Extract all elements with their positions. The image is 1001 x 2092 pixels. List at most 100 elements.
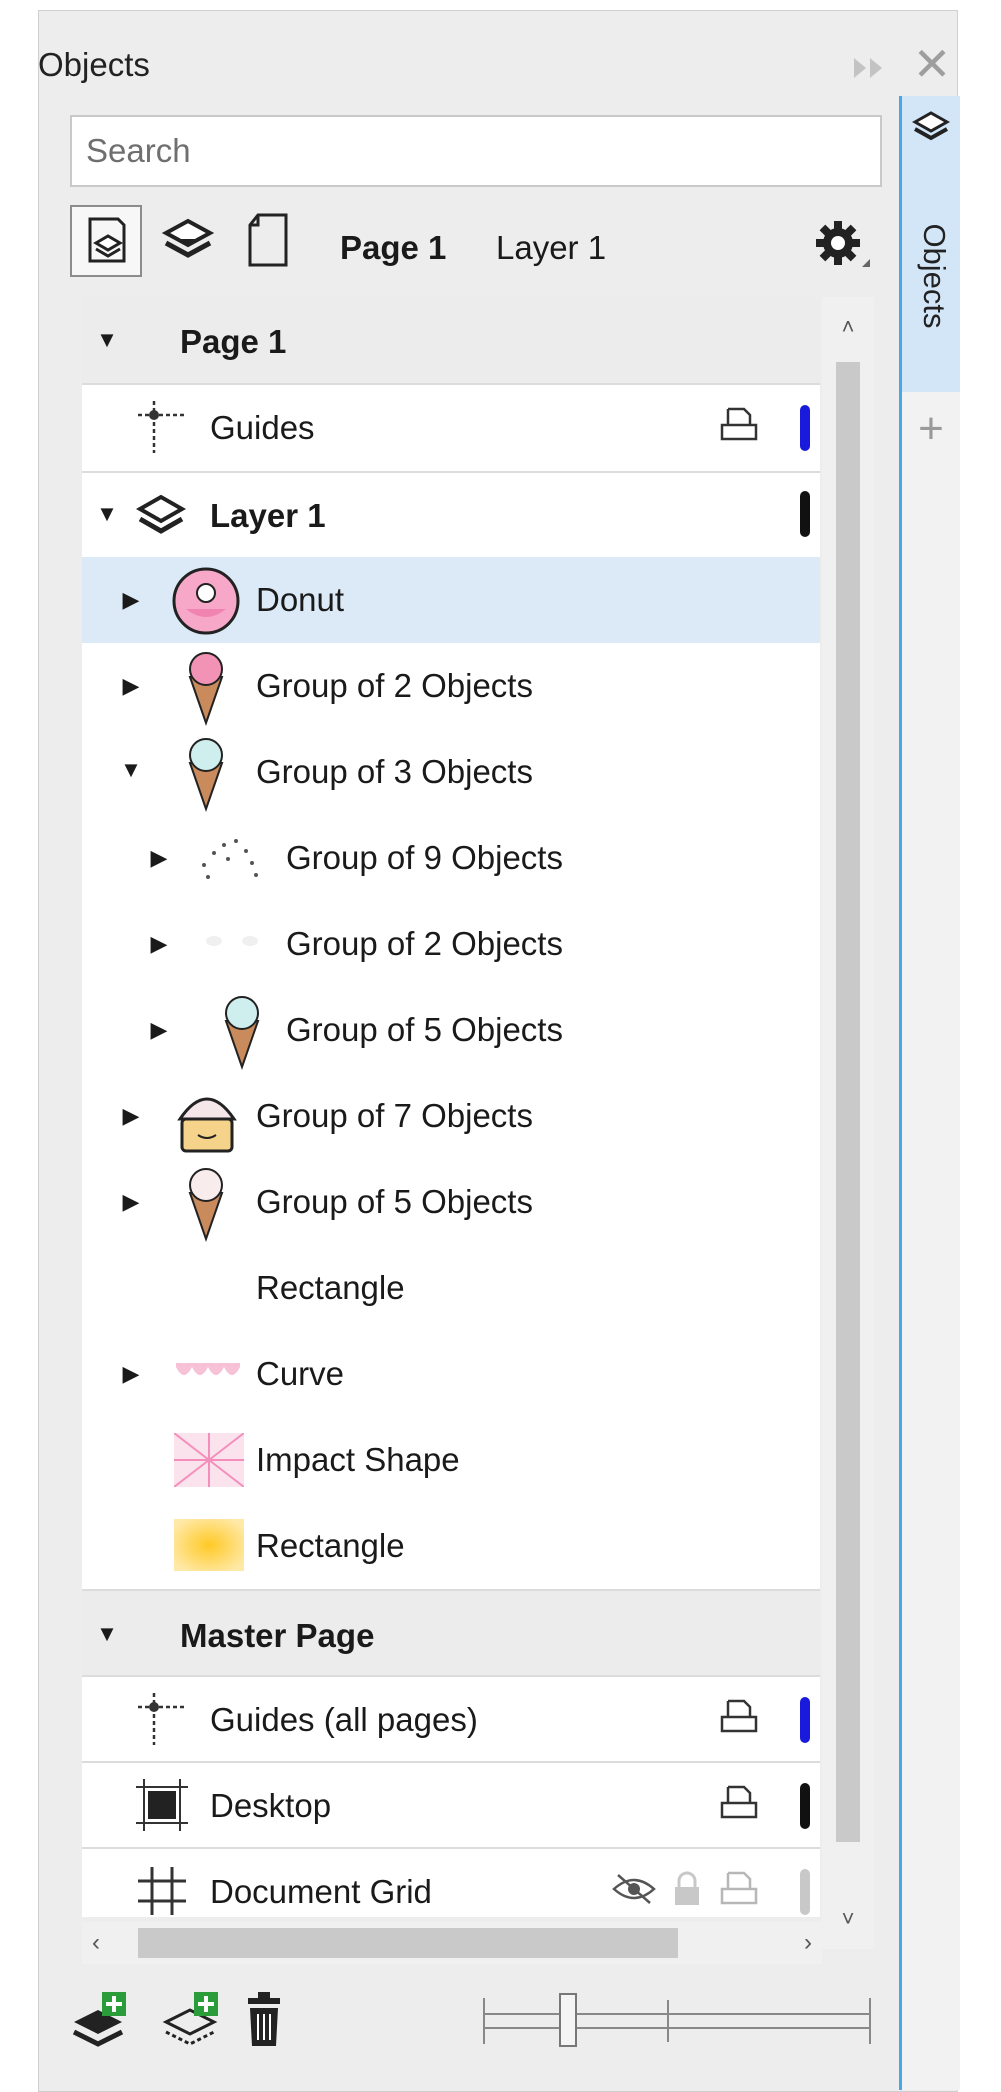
tab-objects-label: Objects [917,223,952,329]
tree-row-object[interactable]: ▶ Group of 5 Objects [82,1159,820,1245]
layer-color-swatch[interactable] [800,1869,810,1915]
printer-icon[interactable] [718,405,760,445]
expand-caret-icon[interactable]: ▶ [144,843,174,873]
vertical-scrollbar[interactable]: ˄ ˅ [822,297,874,1949]
tree-row-master-guides[interactable]: Guides (all pages) [82,1675,820,1763]
eye-hidden-icon[interactable] [612,1871,656,1912]
tree-row-object[interactable]: ▶ Group of 7 Objects [82,1073,820,1159]
bottom-toolbar [70,1988,892,2068]
impact-shape-thumbnail [173,1432,245,1492]
add-tab-icon[interactable]: + [914,407,948,451]
expand-caret-icon[interactable]: ▶ [116,671,146,701]
faint-shape-thumbnail [202,931,262,956]
layer-color-swatch[interactable] [800,1697,810,1743]
scroll-thumb[interactable] [138,1928,678,1958]
breadcrumb-page[interactable]: Page 1 [340,229,446,267]
expand-caret-icon[interactable]: ▼ [92,499,122,529]
expand-caret-icon[interactable]: ▶ [144,1015,174,1045]
scroll-thumb[interactable] [836,362,860,1842]
desktop-icon [136,1779,188,1836]
tree-row-guides[interactable]: Guides [82,383,820,471]
object-tree: ▼ Page 1 Guides ▼ Layer 1 ▶ Donut ▶ Grou… [82,297,820,1917]
layer-color-swatch[interactable] [800,491,810,537]
layers-icon[interactable] [154,205,226,277]
scroll-down-icon[interactable]: ˅ [822,1889,874,1949]
object-label: Impact Shape [256,1441,460,1478]
docker-tab-strip: Objects + [899,96,960,2090]
object-label: Group of 2 Objects [256,667,533,704]
tree-row-object[interactable]: Rectangle [82,1245,820,1331]
page-icon[interactable] [236,205,308,277]
thumbnail-size-slider[interactable] [482,1988,872,2052]
tree-row-master-page[interactable]: ▼ Master Page [82,1589,820,1677]
delete-icon[interactable] [234,1988,298,2052]
printer-icon[interactable] [718,1697,760,1737]
tree-row-layer[interactable]: ▼ Layer 1 [82,471,820,559]
object-label: Donut [256,581,345,618]
ice-cream-vanilla-thumbnail [182,1163,230,1248]
panel-title: Objects [38,46,150,83]
horizontal-scrollbar[interactable]: ‹ › [82,1922,822,1964]
tree-row-document-grid[interactable]: Document Grid [82,1847,820,1917]
tree-row-desktop[interactable]: Desktop [82,1761,820,1849]
tree-row-object[interactable]: ▶ Group of 2 Objects [82,643,820,729]
master-item-label: Document Grid [210,1873,432,1910]
printer-icon[interactable] [718,1869,760,1909]
tree-row-object[interactable]: Rectangle [82,1503,820,1589]
object-label: Group of 5 Objects [256,1183,533,1220]
scroll-right-icon[interactable]: › [782,1922,812,1964]
lock-icon[interactable] [672,1869,702,1914]
tree-row-object[interactable]: ▶ Group of 5 Objects [82,987,820,1073]
tree-row-object[interactable]: ▶ Group of 9 Objects [82,815,820,901]
search-field[interactable] [70,115,882,187]
tree-row-object[interactable]: ▶ Curve [82,1331,820,1417]
sprinkles-thumbnail [194,825,264,890]
breadcrumb-layer[interactable]: Layer 1 [496,229,606,267]
layer-color-swatch[interactable] [800,1783,810,1829]
expand-caret-icon[interactable]: ▶ [116,1101,146,1131]
new-layer-icon[interactable] [70,1988,134,2052]
curve-thumbnail [174,1359,244,1390]
tree-row-donut[interactable]: ▶ Donut [82,557,820,643]
tab-objects-label-wrap: Objects [912,180,952,380]
expand-caret-icon[interactable]: ▶ [116,1187,146,1217]
close-icon[interactable]: ✕ [912,40,952,88]
expand-caret-icon[interactable]: ▼ [92,325,122,355]
object-label: Curve [256,1355,345,1392]
ice-cream-pink-thumbnail [182,647,230,732]
expand-caret-icon[interactable]: ▼ [92,1619,122,1649]
tab-objects[interactable]: Objects [902,96,960,392]
guides-label: Guides [210,409,315,446]
layer-color-swatch[interactable] [800,405,810,451]
guides-icon [132,1689,192,1754]
object-label: Group of 3 Objects [256,753,533,790]
object-label: Group of 5 Objects [286,1011,563,1048]
objects-toolbar: Page 1 Layer 1 [70,205,892,285]
tree-row-object[interactable]: Impact Shape [82,1417,820,1503]
master-item-label: Guides (all pages) [210,1701,478,1738]
tree-row-object[interactable]: ▼ Group of 3 Objects [82,729,820,815]
search-input[interactable] [72,117,880,185]
layer-label: Layer 1 [210,497,326,534]
grid-icon [136,1865,188,1917]
printer-icon[interactable] [718,1783,760,1823]
expand-caret-icon[interactable]: ▼ [116,755,146,785]
gear-icon[interactable] [812,215,872,275]
donut-thumbnail [170,563,242,642]
page-layers-view-icon[interactable] [70,205,142,277]
scroll-left-icon[interactable]: ‹ [92,1922,122,1964]
new-master-layer-icon[interactable] [162,1988,226,2052]
master-header-label: Master Page [180,1617,375,1654]
rectangle-thumbnail [174,1519,244,1576]
ice-cream-mint-thumbnail [218,991,266,1076]
expand-caret-icon[interactable]: ▶ [144,929,174,959]
scroll-up-icon[interactable]: ˄ [822,297,874,357]
object-label: Group of 9 Objects [286,839,563,876]
object-label: Group of 7 Objects [256,1097,533,1134]
layers-icon [911,106,951,144]
collapse-docker-icon[interactable] [850,50,890,86]
tree-row-object[interactable]: ▶ Group of 2 Objects [82,901,820,987]
tree-row-page[interactable]: ▼ Page 1 [82,297,820,383]
expand-caret-icon[interactable]: ▶ [116,585,146,615]
expand-caret-icon[interactable]: ▶ [116,1359,146,1389]
